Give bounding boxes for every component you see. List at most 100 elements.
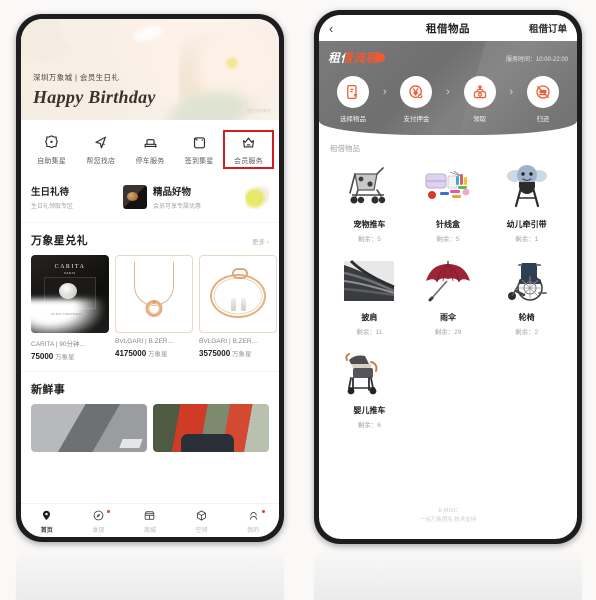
rental-flow-header: 租借流程 服务时间：10:00-22:00 xyxy=(328,49,568,67)
gift-box-thumb-image xyxy=(123,185,147,209)
stock-value: 5 xyxy=(377,236,381,243)
quick-action-bangninzhaodian[interactable]: 帮您找店 xyxy=(76,131,125,168)
left-phone-frame: 深圳万象城 | 会员生日礼 Happy Birthday 图片仅供参考 自助集星 xyxy=(16,14,284,542)
umbrella-illustration xyxy=(425,261,470,302)
carita-light-swoosh xyxy=(31,299,109,333)
service-time-label: 服务时间： xyxy=(505,56,536,63)
step-icon-bubble xyxy=(400,76,433,108)
bracelet-bead xyxy=(231,298,236,311)
stock-value: 6 xyxy=(377,422,381,429)
product-card[interactable]: BVLGARI | B.ZER… 4175000 万象星 xyxy=(115,255,193,361)
sewing-kit-illustration xyxy=(425,170,470,199)
shop-icon xyxy=(145,511,155,520)
tab-mine[interactable]: 我的 xyxy=(227,509,279,534)
goods-stock: 剩余：1 xyxy=(515,233,538,243)
goods-item-umbrella[interactable]: 雨伞 剩余：29 xyxy=(409,255,488,336)
promo-card-birthday-gift[interactable]: 生日礼待 生日礼领取专区 xyxy=(31,184,147,210)
quick-action-tingcheFuwu[interactable]: 停车服务 xyxy=(125,131,174,168)
toddler-harness-image xyxy=(499,162,555,214)
product-card[interactable]: CARITA PARIS 90 MIN TREATMENT CARITA | 90… xyxy=(31,255,109,361)
stock-prefix: 剩余： xyxy=(356,329,376,336)
person-icon xyxy=(249,512,257,520)
tab-space[interactable]: 空间 xyxy=(176,509,228,534)
calendar-icon xyxy=(193,137,205,149)
product-price-value: 3575000 xyxy=(199,349,231,358)
step-return[interactable]: 归还 xyxy=(518,76,568,123)
bvlgari-bracelet-image xyxy=(199,255,277,333)
goods-name: 披肩 xyxy=(361,313,378,322)
bottle-thumb-image xyxy=(245,185,269,209)
product-name: BVLGARI | B.ZER… xyxy=(115,338,175,345)
stock-prefix: 剩余： xyxy=(436,236,456,243)
step-pickup[interactable]: 领取 xyxy=(455,76,505,123)
tab-label: 我的 xyxy=(247,528,260,534)
news-card[interactable] xyxy=(31,404,147,452)
quick-action-label: 自助集星 xyxy=(37,158,66,165)
left-phone-reflection xyxy=(16,544,284,600)
footer-brand: E-MIXC xyxy=(438,508,458,515)
car-icon xyxy=(144,139,156,148)
step-icon-bubble xyxy=(337,76,369,108)
tab-discover[interactable]: 发现 xyxy=(73,509,125,534)
goods-item-shawl[interactable]: 披肩 剩余：11 xyxy=(330,255,409,336)
birthday-banner[interactable]: 深圳万象城 | 会员生日礼 Happy Birthday 图片仅供参考 xyxy=(21,19,279,120)
promo-row: 生日礼待 生日礼领取专区 精品好物 会员可享专属优惠 xyxy=(21,176,279,222)
bracelet-bead xyxy=(241,298,246,311)
tab-home[interactable]: 首页 xyxy=(21,509,73,534)
star-badge-icon xyxy=(45,135,59,149)
news-card[interactable] xyxy=(153,404,269,452)
goods-item-sewing-kit[interactable]: 针线盒 剩余：5 xyxy=(409,162,488,243)
tab-label: 空间 xyxy=(195,528,208,534)
stock-prefix: 剩余： xyxy=(515,329,535,336)
umbrella-image xyxy=(420,255,476,307)
quick-action-label: 签到集星 xyxy=(184,158,214,165)
goods-item-toddler-harness[interactable]: 幼儿牵引带 剩余：1 xyxy=(487,162,566,243)
step-label: 支付押金 xyxy=(403,116,430,123)
wheelchair-image xyxy=(499,255,555,307)
crown-icon xyxy=(242,137,254,148)
stock-prefix: 剩余： xyxy=(357,236,378,243)
goods-section-title: 租借物品 xyxy=(330,144,360,153)
return-icon xyxy=(536,85,550,99)
quick-action-qiandaojixing[interactable]: 签到集星 xyxy=(175,131,224,168)
cube-icon xyxy=(197,510,207,521)
goods-name: 雨伞 xyxy=(439,313,456,322)
stock-prefix: 剩余： xyxy=(515,236,535,243)
step-label: 领取 xyxy=(473,116,487,123)
goods-item-wheelchair[interactable]: 轮椅 剩余：2 xyxy=(487,255,566,336)
tab-label: 商城 xyxy=(143,528,156,534)
wheelchair-illustration xyxy=(507,263,547,301)
left-phone-screen: 深圳万象城 | 会员生日礼 Happy Birthday 图片仅供参考 自助集星 xyxy=(21,19,279,537)
tab-mall[interactable]: 商城 xyxy=(124,509,176,534)
step-select-item[interactable]: 选择物品 xyxy=(328,76,378,123)
rental-orders-link[interactable]: 租借订单 xyxy=(529,21,567,35)
quick-action-label: 会员服务 xyxy=(234,158,263,165)
product-card[interactable]: BVLGARI | B.ZER… 3575000 万象星 xyxy=(199,255,277,361)
carita-product-blob xyxy=(59,283,77,299)
goods-grid: 宠物推车 剩余：5 针线盒 剩余：5 幼儿牵引带 剩余：1 披肩 剩余：11 雨… xyxy=(330,162,566,441)
news-section-title: 新鲜事 xyxy=(31,384,66,396)
badge-dot xyxy=(107,510,111,513)
product-name: CARITA | 90分钟… xyxy=(31,341,87,348)
promo-title: 生日礼待 xyxy=(31,187,70,198)
right-phone-frame: ‹ 租借物品 租借订单 租借流程 服务时间：10:00-22:00 选择物品 ›… xyxy=(314,10,582,544)
banner-subtitle: 深圳万象城 | 会员生日礼 xyxy=(33,73,120,82)
toddler-harness-illustration xyxy=(506,165,547,208)
product-price: 75000 万象星 xyxy=(31,351,109,361)
news-section: 新鲜事 xyxy=(21,371,279,462)
goods-name: 宠物推车 xyxy=(353,220,386,229)
carita-package-image: CARITA PARIS 90 MIN TREATMENT xyxy=(31,255,109,333)
goods-item-pet-stroller[interactable]: 宠物推车 剩余：5 xyxy=(330,162,409,243)
quick-action-zizhujixing[interactable]: 自助集星 xyxy=(27,131,76,168)
goods-item-baby-stroller[interactable]: 婴儿推车 剩余：6 xyxy=(330,348,409,429)
step-pay-deposit[interactable]: 支付押金 xyxy=(391,76,441,123)
product-price-value: 4175000 xyxy=(115,349,147,358)
baby-stroller-illustration xyxy=(345,353,378,395)
product-price-unit: 万象星 xyxy=(231,351,252,358)
product-price: 3575000 万象星 xyxy=(199,348,277,358)
product-card-list: CARITA PARIS 90 MIN TREATMENT CARITA | 90… xyxy=(31,255,277,361)
section-more-link[interactable]: 更多 › xyxy=(252,236,269,246)
promo-card-premium-goods[interactable]: 精品好物 会员可享专属优惠 xyxy=(153,184,269,210)
quick-action-huiyuanfuwu[interactable]: 会员服务 xyxy=(222,130,275,169)
sewing-kit-image xyxy=(420,162,476,214)
